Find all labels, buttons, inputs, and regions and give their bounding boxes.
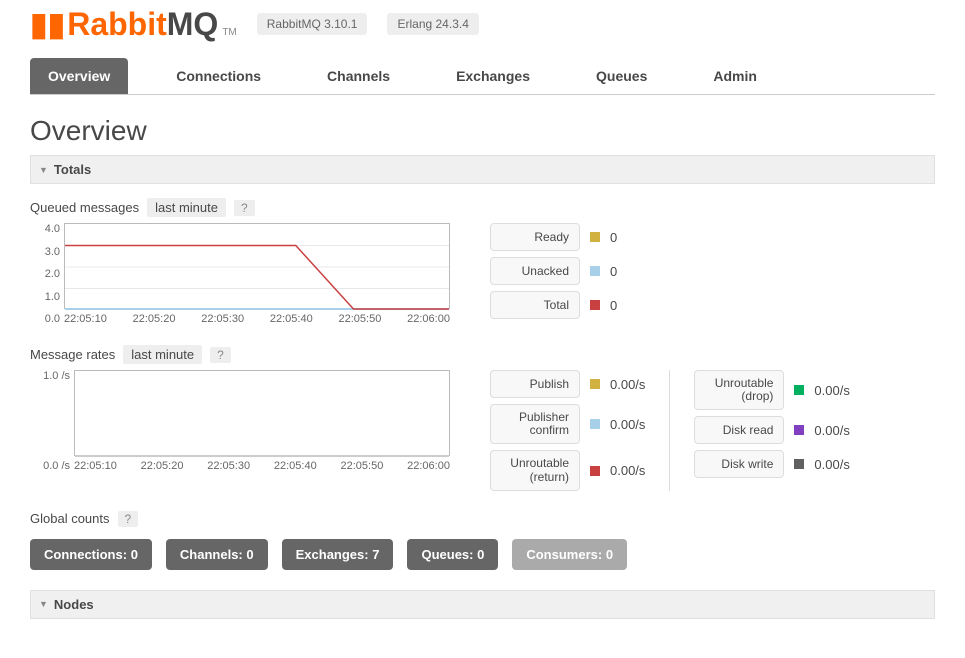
global-counts-label: Global counts bbox=[30, 511, 110, 526]
main-nav: Overview Connections Channels Exchanges … bbox=[30, 58, 935, 95]
queued-legend: Ready 0 Unacked 0 Total 0 bbox=[490, 223, 617, 319]
legend-disk-read-value: 0.00/s bbox=[814, 423, 849, 438]
queued-range[interactable]: last minute bbox=[147, 198, 226, 217]
swatch-icon bbox=[794, 459, 804, 469]
global-counts-row: Connections: 0 Channels: 0 Exchanges: 7 … bbox=[30, 539, 935, 570]
legend-publish-button[interactable]: Publish bbox=[490, 370, 580, 398]
queued-x-axis: 22:05:10 22:05:20 22:05:30 22:05:40 22:0… bbox=[64, 313, 450, 325]
logo-tm: TM bbox=[222, 27, 236, 38]
nav-channels[interactable]: Channels bbox=[309, 58, 408, 94]
rates-chart: 1.0 /s 0.0 /s 22:05:10 22:05:20 22:05:30… bbox=[30, 370, 450, 472]
legend-confirm-value: 0.00/s bbox=[610, 417, 645, 432]
help-icon[interactable]: ? bbox=[210, 347, 231, 363]
swatch-icon bbox=[794, 425, 804, 435]
section-nodes-label: Nodes bbox=[54, 597, 94, 612]
legend-unroutable-drop-button[interactable]: Unroutable (drop) bbox=[694, 370, 784, 410]
legend-disk-read-button[interactable]: Disk read bbox=[694, 416, 784, 444]
legend-ready-value: 0 bbox=[610, 230, 617, 245]
header: ▮▮ RabbitMQ TM RabbitMQ 3.10.1 Erlang 24… bbox=[30, 0, 935, 58]
swatch-icon bbox=[590, 266, 600, 276]
legend-total-button[interactable]: Total bbox=[490, 291, 580, 319]
legend-unroutable-return-button[interactable]: Unroutable (return) bbox=[490, 450, 580, 490]
swatch-icon bbox=[590, 419, 600, 429]
nav-overview[interactable]: Overview bbox=[30, 58, 128, 94]
rates-y-axis: 1.0 /s 0.0 /s bbox=[30, 370, 70, 472]
nav-exchanges[interactable]: Exchanges bbox=[438, 58, 548, 94]
legend-disk-write-value: 0.00/s bbox=[814, 457, 849, 472]
section-totals[interactable]: ▼ Totals bbox=[30, 155, 935, 184]
section-nodes[interactable]: ▼ Nodes bbox=[30, 590, 935, 619]
legend-unacked-button[interactable]: Unacked bbox=[490, 257, 580, 285]
queued-chart-svg bbox=[65, 224, 449, 310]
version-badge: RabbitMQ 3.10.1 bbox=[257, 13, 368, 35]
erlang-badge: Erlang 24.3.4 bbox=[387, 13, 478, 35]
swatch-icon bbox=[590, 232, 600, 242]
logo-text-rabbit: Rabbit bbox=[67, 6, 167, 42]
nav-admin[interactable]: Admin bbox=[695, 58, 775, 94]
nav-queues[interactable]: Queues bbox=[578, 58, 665, 94]
legend-divider bbox=[669, 370, 670, 491]
count-channels[interactable]: Channels: 0 bbox=[166, 539, 268, 570]
swatch-icon bbox=[590, 300, 600, 310]
rabbit-icon: ▮▮ bbox=[30, 5, 65, 43]
legend-ready-button[interactable]: Ready bbox=[490, 223, 580, 251]
count-exchanges[interactable]: Exchanges: 7 bbox=[282, 539, 394, 570]
queued-y-axis: 4.0 3.0 2.0 1.0 0.0 bbox=[32, 223, 60, 325]
rates-header: Message rates last minute ? bbox=[30, 345, 935, 364]
rates-legend-right: Unroutable (drop) 0.00/s Disk read 0.00/… bbox=[694, 370, 849, 491]
legend-unroutable-drop-value: 0.00/s bbox=[814, 383, 849, 398]
legend-unroutable-return-value: 0.00/s bbox=[610, 463, 645, 478]
logo[interactable]: ▮▮ RabbitMQ TM bbox=[30, 5, 237, 43]
legend-disk-write-button[interactable]: Disk write bbox=[694, 450, 784, 478]
legend-publish-value: 0.00/s bbox=[610, 377, 645, 392]
queued-label: Queued messages bbox=[30, 200, 139, 215]
swatch-icon bbox=[590, 466, 600, 476]
global-counts-header: Global counts ? bbox=[30, 511, 935, 527]
rates-x-axis: 22:05:10 22:05:20 22:05:30 22:05:40 22:0… bbox=[74, 460, 450, 472]
count-queues[interactable]: Queues: 0 bbox=[407, 539, 498, 570]
rates-label: Message rates bbox=[30, 347, 115, 362]
legend-total-value: 0 bbox=[610, 298, 617, 313]
swatch-icon bbox=[590, 379, 600, 389]
count-consumers[interactable]: Consumers: 0 bbox=[512, 539, 627, 570]
queued-header: Queued messages last minute ? bbox=[30, 198, 935, 217]
help-icon[interactable]: ? bbox=[118, 511, 139, 527]
page-title: Overview bbox=[30, 115, 935, 147]
swatch-icon bbox=[794, 385, 804, 395]
rates-range[interactable]: last minute bbox=[123, 345, 202, 364]
logo-text-mq: MQ bbox=[167, 6, 219, 42]
section-totals-label: Totals bbox=[54, 162, 91, 177]
legend-confirm-button[interactable]: Publisher confirm bbox=[490, 404, 580, 444]
chevron-down-icon: ▼ bbox=[39, 165, 48, 175]
queued-chart: 4.0 3.0 2.0 1.0 0.0 22:05:10 bbox=[30, 223, 450, 325]
legend-unacked-value: 0 bbox=[610, 264, 617, 279]
rates-legend-left: Publish 0.00/s Publisher confirm 0.00/s … bbox=[490, 370, 645, 491]
nav-connections[interactable]: Connections bbox=[158, 58, 279, 94]
help-icon[interactable]: ? bbox=[234, 200, 255, 216]
count-connections[interactable]: Connections: 0 bbox=[30, 539, 152, 570]
chevron-down-icon: ▼ bbox=[39, 599, 48, 609]
rates-chart-svg bbox=[75, 371, 449, 457]
